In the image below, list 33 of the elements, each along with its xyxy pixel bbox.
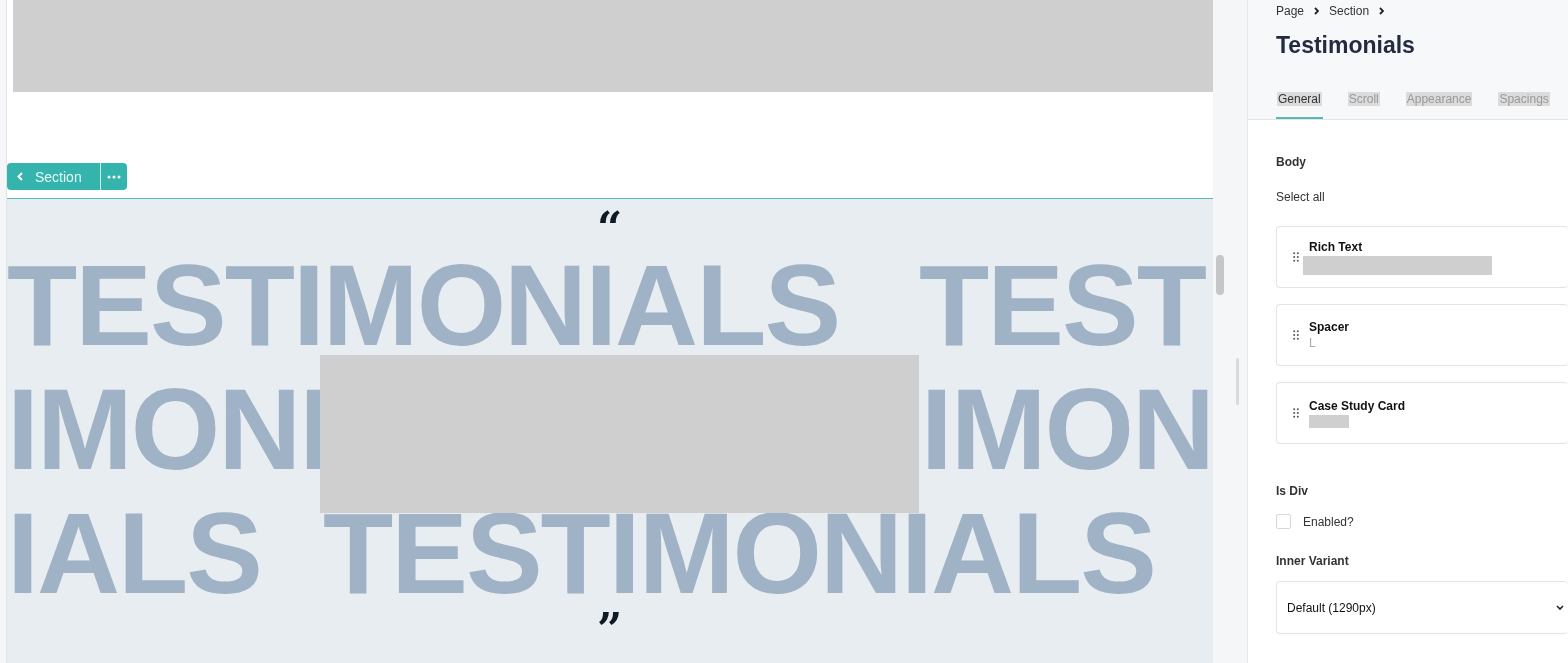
background-word: IALS <box>7 507 261 599</box>
item-subtitle: L <box>1309 336 1317 350</box>
background-word: IMONI <box>7 383 330 475</box>
panel-title: Testimonials <box>1276 32 1416 59</box>
tab[interactable]: General <box>1276 89 1323 119</box>
background-word: TESTIMONIALS <box>322 507 1156 599</box>
item-title: Case Study Card <box>1309 398 1406 413</box>
more-icon <box>106 174 121 179</box>
item-title: Rich Text <box>1309 239 1364 254</box>
drag-handle-icon[interactable] <box>1293 408 1299 418</box>
checkbox[interactable] <box>1276 514 1291 529</box>
select-all-link[interactable]: Select all <box>1276 190 1325 204</box>
open-quote: “ <box>597 204 623 254</box>
breadcrumb-link[interactable]: Page <box>1276 4 1305 18</box>
chevron-left-icon <box>17 172 23 181</box>
close-quote: ” <box>597 605 623 655</box>
chevron-right-icon <box>1379 7 1385 15</box>
more-button[interactable] <box>99 163 127 190</box>
scrollbar-thumb[interactable] <box>1216 255 1224 295</box>
chevron-right-icon <box>1314 7 1320 15</box>
background-word: IMON <box>920 383 1213 475</box>
background-word: TESTIMONIALS <box>7 259 840 351</box>
background-word: TEST <box>919 259 1205 351</box>
redacted-block <box>1309 414 1349 428</box>
drag-handle-icon[interactable] <box>1293 252 1299 262</box>
breadcrumb-link[interactable]: Section <box>1329 4 1370 18</box>
checkbox-label: Enabled? <box>1303 514 1354 529</box>
chevron-down-icon <box>1556 605 1564 610</box>
section-label: Body <box>1276 155 1307 169</box>
field-label: Inner Variant <box>1276 554 1350 568</box>
field-label: Is Div <box>1276 484 1309 498</box>
item-title: Spacer <box>1309 320 1350 334</box>
drag-handle-icon[interactable] <box>1293 330 1299 340</box>
